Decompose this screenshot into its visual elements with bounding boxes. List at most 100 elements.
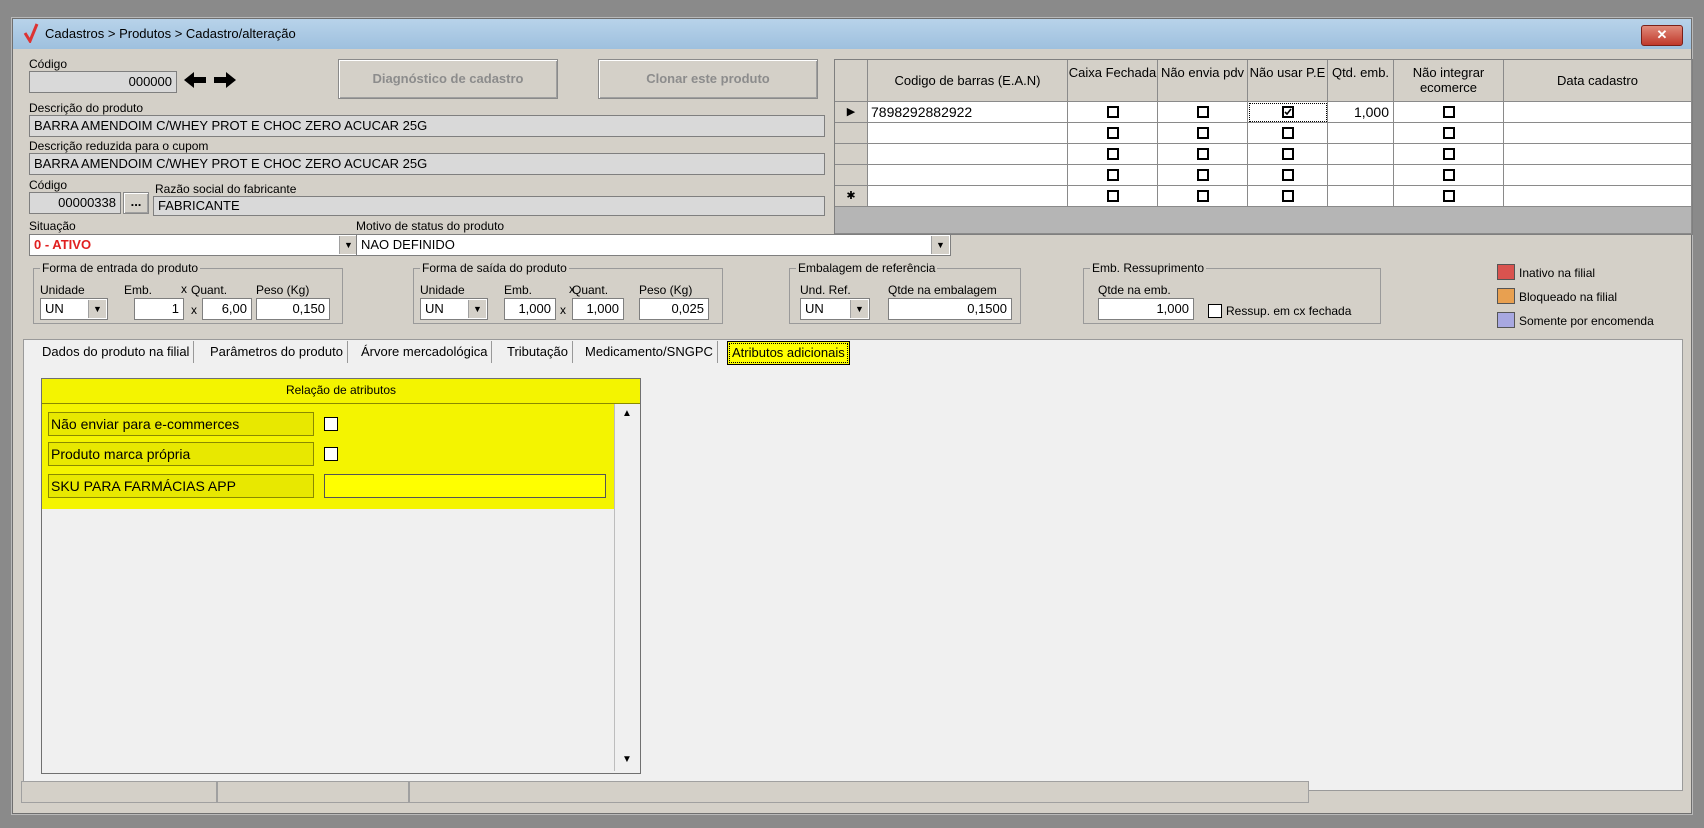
entrada-emb-input[interactable]: 1 <box>134 298 184 320</box>
grid-checkbox[interactable] <box>1443 148 1455 160</box>
attr-nao-enviar-checkbox[interactable] <box>324 417 338 431</box>
embalagem-und-select[interactable]: UN ▼ <box>800 298 870 320</box>
grid-header-data[interactable]: Data cadastro <box>1504 60 1692 102</box>
grid-cell[interactable] <box>868 165 1068 186</box>
grid-cell[interactable] <box>1504 165 1692 186</box>
tab-dados-filial[interactable]: Dados do produto na filial <box>38 341 195 363</box>
grid-header-nao-usar[interactable]: Não usar P.E <box>1248 60 1328 102</box>
grid-cell[interactable] <box>1394 165 1504 186</box>
diagnostico-button[interactable]: Diagnóstico de cadastro <box>338 59 558 99</box>
grid-checkbox[interactable] <box>1107 127 1119 139</box>
grid-checkbox[interactable] <box>1107 148 1119 160</box>
tab-arvore[interactable]: Árvore mercadológica <box>357 341 493 363</box>
grid-cell[interactable] <box>1068 123 1158 144</box>
razao-input[interactable]: FABRICANTE <box>153 196 825 216</box>
grid-cell[interactable] <box>1068 186 1158 207</box>
tab-medicamento[interactable]: Medicamento/SNGPC <box>581 341 718 363</box>
grid-cell[interactable] <box>1248 165 1328 186</box>
attr-sku-input[interactable] <box>324 474 606 498</box>
chevron-down-icon[interactable]: ▼ <box>88 300 106 318</box>
grid-cell[interactable] <box>1504 144 1692 165</box>
chevron-down-icon[interactable]: ▼ <box>468 300 486 318</box>
grid-checkbox[interactable] <box>1197 190 1209 202</box>
grid-cell[interactable] <box>1504 186 1692 207</box>
grid-cell[interactable] <box>1328 123 1394 144</box>
grid-checkbox[interactable] <box>1197 169 1209 181</box>
clonar-button[interactable]: Clonar este produto <box>598 59 818 99</box>
saida-quant-input[interactable]: 1,000 <box>572 298 624 320</box>
chevron-down-icon[interactable]: ▼ <box>339 236 357 254</box>
grid-cell[interactable] <box>1068 102 1158 123</box>
grid-cell[interactable] <box>1158 165 1248 186</box>
grid-cell[interactable]: 7898292882922 <box>868 102 1068 123</box>
grid-checkbox[interactable] <box>1197 148 1209 160</box>
grid-header-nao-envia[interactable]: Não envia pdv <box>1158 60 1248 102</box>
grid-cell[interactable] <box>1394 144 1504 165</box>
grid-cell[interactable] <box>868 123 1068 144</box>
entrada-quant-input[interactable]: 6,00 <box>202 298 252 320</box>
grid-cell[interactable] <box>1158 102 1248 123</box>
saida-emb-input[interactable]: 1,000 <box>504 298 556 320</box>
ressup-qtde-input[interactable]: 1,000 <box>1098 298 1194 320</box>
grid-cell[interactable] <box>1248 144 1328 165</box>
grid-checkbox[interactable] <box>1107 106 1119 118</box>
grid-header-ean[interactable]: Codigo de barras (E.A.N) <box>868 60 1068 102</box>
grid-cell[interactable] <box>1158 186 1248 207</box>
grid-header-caixa[interactable]: Caixa Fechada <box>1068 60 1158 102</box>
attr-marca-propria-checkbox[interactable] <box>324 447 338 461</box>
attributes-scrollbar[interactable]: ▲ ▼ <box>614 404 639 771</box>
grid-checkbox[interactable] <box>1197 127 1209 139</box>
grid-checkbox[interactable] <box>1443 190 1455 202</box>
grid-checkbox[interactable] <box>1107 190 1119 202</box>
grid-cell[interactable] <box>1328 186 1394 207</box>
tab-tributacao[interactable]: Tributação <box>503 341 573 363</box>
reduzida-input[interactable]: BARRA AMENDOIM C/WHEY PROT E CHOC ZERO A… <box>29 153 825 175</box>
tab-parametros[interactable]: Parâmetros do produto <box>206 341 348 363</box>
fab-codigo-input[interactable]: 00000338 <box>29 192 121 214</box>
grid-checkbox[interactable] <box>1443 127 1455 139</box>
grid-cell[interactable] <box>868 186 1068 207</box>
prev-arrow-icon[interactable] <box>181 70 209 94</box>
grid-checkbox[interactable] <box>1282 148 1294 160</box>
grid-cell[interactable] <box>1504 102 1692 123</box>
grid-checkbox-checked[interactable] <box>1282 106 1294 118</box>
entrada-unidade-select[interactable]: UN ▼ <box>40 298 108 320</box>
entrada-peso-input[interactable]: 0,150 <box>256 298 330 320</box>
grid-cell[interactable] <box>1328 165 1394 186</box>
grid-cell[interactable] <box>1394 123 1504 144</box>
grid-cell[interactable] <box>1068 144 1158 165</box>
grid-checkbox[interactable] <box>1443 106 1455 118</box>
grid-cell[interactable] <box>1504 123 1692 144</box>
tab-atributos[interactable]: Atributos adicionais <box>727 341 850 365</box>
grid-checkbox[interactable] <box>1107 169 1119 181</box>
next-arrow-icon[interactable] <box>211 70 239 94</box>
chevron-down-icon[interactable]: ▼ <box>850 300 868 318</box>
grid-checkbox[interactable] <box>1282 190 1294 202</box>
scroll-up-icon[interactable]: ▲ <box>617 405 637 423</box>
grid-checkbox[interactable] <box>1282 127 1294 139</box>
scroll-down-icon[interactable]: ▼ <box>617 751 637 769</box>
grid-cell[interactable]: 1,000 <box>1328 102 1394 123</box>
close-button[interactable]: ✕ <box>1641 25 1683 46</box>
ressup-checkbox[interactable] <box>1208 304 1222 318</box>
grid-cell[interactable] <box>1248 102 1328 123</box>
grid-cell[interactable] <box>868 144 1068 165</box>
grid-cell[interactable] <box>1158 144 1248 165</box>
grid-checkbox[interactable] <box>1282 169 1294 181</box>
saida-unidade-select[interactable]: UN ▼ <box>420 298 488 320</box>
grid-header-nao-integrar[interactable]: Não integrar ecomerce <box>1394 60 1504 102</box>
grid-cell[interactable] <box>1328 144 1394 165</box>
grid-cell[interactable] <box>1158 123 1248 144</box>
grid-header-qtd[interactable]: Qtd. emb. <box>1328 60 1394 102</box>
motivo-select[interactable]: NAO DEFINIDO ▼ <box>356 234 951 256</box>
grid-checkbox[interactable] <box>1197 106 1209 118</box>
embalagem-qtde-input[interactable]: 0,1500 <box>888 298 1012 320</box>
grid-cell[interactable] <box>1394 102 1504 123</box>
saida-peso-input[interactable]: 0,025 <box>639 298 709 320</box>
fab-browse-button[interactable]: ... <box>123 192 149 214</box>
grid-cell[interactable] <box>1248 186 1328 207</box>
situacao-select[interactable]: 0 - ATIVO ▼ <box>29 234 359 256</box>
chevron-down-icon[interactable]: ▼ <box>931 236 949 254</box>
grid-cell[interactable] <box>1394 186 1504 207</box>
descricao-input[interactable]: BARRA AMENDOIM C/WHEY PROT E CHOC ZERO A… <box>29 115 825 137</box>
